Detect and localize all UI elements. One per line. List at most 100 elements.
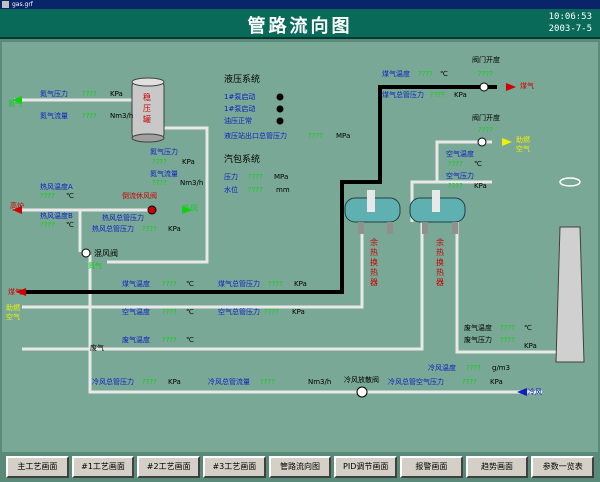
gas-temp-unit: ℃	[186, 280, 194, 288]
side-flow-valve-label: 倒流休风阀	[122, 192, 157, 200]
air-inlet-right-label: 助燃空气	[516, 136, 530, 153]
gas-temp-value: ????	[162, 280, 177, 288]
mix-valve-label: 混风阀	[94, 249, 118, 258]
gas-right-arrow-icon	[506, 83, 516, 91]
n2-pressure-unit: KPa	[110, 90, 123, 98]
steam-pressure-label: 压力	[224, 173, 238, 181]
nav-trend[interactable]: 趋势画面	[465, 456, 529, 478]
waste-gas-label: 废气	[90, 344, 104, 352]
mix-n2-label: 氮气	[88, 262, 102, 270]
air-temp-right-value: ????	[448, 160, 463, 168]
heat-exchanger-1-label: 余热换热器	[370, 238, 378, 287]
air-temp-right-unit: ℃	[474, 160, 482, 168]
top-gas-temp-unit: ℃	[440, 70, 448, 78]
heat-exchanger-2-label: 余热换热器	[436, 238, 444, 287]
hot-air-temp-a-unit: ℃	[66, 192, 74, 200]
cold-air-temp-unit: g/m3	[492, 364, 511, 372]
app-icon	[2, 1, 9, 8]
steam-system-title: 汽包系统	[224, 155, 261, 165]
oil-ok-label: 油压正常	[224, 117, 252, 125]
steam-level-unit: mm	[276, 186, 290, 194]
valve-opening-1-value: ????	[478, 70, 493, 78]
top-gas-pressure-label: 煤气总管压力	[382, 91, 424, 99]
steam-level-value: ????	[248, 186, 263, 194]
pump1-label: 1#泵启动	[224, 93, 256, 101]
chimney	[555, 177, 585, 363]
waste-temp-left-unit: ℃	[186, 336, 194, 344]
air-temp-label: 空气温度	[122, 308, 150, 316]
air-inlet-label: 助燃空气	[6, 304, 20, 321]
air-right-arrow-icon	[502, 138, 512, 146]
air-total-pressure-unit: KPa	[292, 308, 305, 316]
valve-opening-1-label: 阀门开度	[472, 56, 500, 64]
cold-air-arrow-icon	[517, 388, 527, 396]
nav-main-process[interactable]: 主工艺画面	[6, 456, 69, 478]
hot-air-total-pressure-value: ????	[142, 225, 157, 233]
waste-temp-right-value: ????	[500, 324, 515, 332]
cold-air-total-flow-value: ????	[260, 378, 275, 386]
nav-process-1[interactable]: #1工艺画面	[71, 456, 135, 478]
n2-flow-unit: Nm3/h	[110, 112, 134, 120]
window-titlebar: gas.grf	[0, 0, 600, 9]
clock-date: 2003-7-5	[548, 24, 592, 34]
air-temp-value: ????	[162, 308, 177, 316]
top-gas-pressure-value: ????	[430, 91, 445, 99]
gas-total-pressure-value: ????	[268, 280, 283, 288]
tank-out-pressure-value: ????	[152, 158, 167, 166]
hot-air-label: 热风	[182, 204, 198, 213]
gas-total-pressure-unit: KPa	[294, 280, 307, 288]
process-diagram: 氮气 氮气压力 ???? KPa 氮气流量 ???? Nm3/h 稳压罐 氮气压…	[2, 42, 598, 452]
clock-time: 10:06:53	[548, 12, 592, 22]
waste-temp-right-unit: ℃	[524, 324, 532, 332]
cold-air-total-air-pressure-value: ????	[462, 378, 477, 386]
indicator-lamps	[276, 93, 284, 125]
steam-pressure-unit: MPa	[274, 173, 289, 181]
n2-pressure-value: ????	[82, 90, 97, 98]
nav-process-3[interactable]: #3工艺画面	[203, 456, 266, 478]
page-title: 管路流向图	[247, 16, 353, 37]
air-temp-right-label: 空气温度	[446, 150, 474, 158]
heat-exchangers	[344, 190, 466, 234]
tank-label: 稳压罐	[143, 93, 151, 124]
air-pressure-right-label: 空气压力	[446, 172, 474, 180]
hot-air-temp-b-unit: ℃	[66, 221, 74, 229]
cold-air-temp-value: ????	[466, 364, 481, 372]
air-pressure-right-value: ????	[448, 182, 463, 190]
hot-air-total-pressure-label-2: 热风总管压力	[92, 225, 134, 233]
pipe-network	[12, 77, 585, 398]
air-total-pressure-value: ????	[264, 308, 279, 316]
top-gas-temp-value: ????	[418, 70, 433, 78]
tank-out-flow-unit: Nm3/h	[180, 179, 204, 187]
tank-out-flow-label: 氮气流量	[150, 170, 178, 178]
hyd-out-pressure-label: 液压站出口总管压力	[224, 132, 287, 140]
top-gas-temp-label: 煤气温度	[382, 70, 410, 78]
cold-air-total-flow-label: 冷风总管流量	[208, 378, 250, 386]
cold-air-total-air-pressure-label: 冷风总管空气压力	[388, 378, 444, 386]
gas-inlet-right-label: 煤气	[520, 82, 534, 90]
cold-air-total-air-pressure-unit: KPa	[490, 378, 503, 386]
valve-opening-2-label: 阀门开度	[472, 114, 500, 122]
cold-air-total-pressure-unit: KPa	[168, 378, 181, 386]
cold-air-total-pressure-label: 冷风总管压力	[92, 378, 134, 386]
air-pressure-right-unit: KPa	[474, 182, 487, 190]
cold-air-release-valve-label: 冷风放散阀	[344, 376, 379, 384]
air-temp-unit: ℃	[186, 308, 194, 316]
nav-pid[interactable]: PID调节画面	[334, 456, 398, 478]
nav-alarm[interactable]: 报警画面	[400, 456, 463, 478]
air-total-pressure-label: 空气总管压力	[218, 308, 260, 316]
steam-level-label: 水位	[224, 186, 238, 194]
gas-inlet-label: 煤气	[8, 288, 22, 296]
waste-pressure-right-value: ????	[500, 336, 515, 344]
hot-air-temp-a-label: 热风温度A	[40, 183, 73, 191]
gas-temp-label: 煤气温度	[122, 280, 150, 288]
nav-pipe-flow[interactable]: 管路流向图	[268, 456, 332, 478]
waste-temp-left-label: 废气温度	[122, 336, 150, 344]
n2-flow-label: 氮气流量	[40, 112, 68, 120]
n2-inlet-label: 氮气	[8, 100, 22, 108]
nav-process-2[interactable]: #2工艺画面	[137, 456, 201, 478]
n2-flow-value: ????	[82, 112, 97, 120]
tank-out-pressure-label: 氮气压力	[150, 148, 178, 156]
nav-params[interactable]: 参数一览表	[531, 456, 595, 478]
hyd-out-pressure-value: ????	[308, 132, 323, 140]
window-title: gas.grf	[12, 1, 33, 8]
